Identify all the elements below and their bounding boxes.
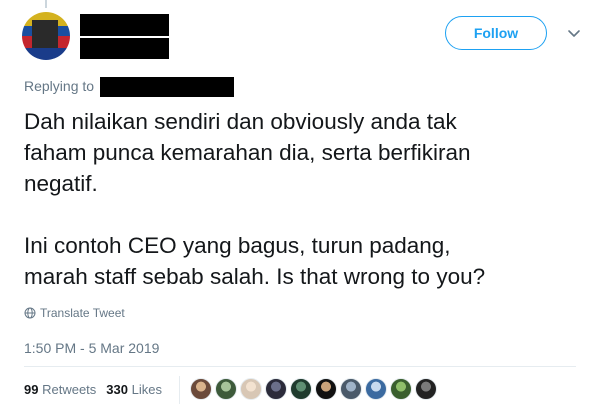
liker-avatar[interactable]	[390, 378, 412, 400]
replying-to-label: Replying to	[24, 78, 95, 94]
tweet-stats: 99 Retweets 330 Likes	[24, 382, 162, 397]
liker-avatar[interactable]	[315, 378, 337, 400]
avatar[interactable]	[22, 12, 70, 60]
liker-avatars	[190, 378, 437, 400]
liker-avatar[interactable]	[290, 378, 312, 400]
divider	[24, 366, 576, 367]
follow-button[interactable]: Follow	[445, 16, 547, 50]
liker-avatar[interactable]	[240, 378, 262, 400]
redacted-display-name	[80, 14, 169, 36]
globe-icon	[24, 307, 36, 319]
tweet-timestamp[interactable]: 1:50 PM - 5 Mar 2019	[24, 340, 159, 356]
retweets-label: Retweets	[42, 382, 97, 397]
likes-stat[interactable]: 330 Likes	[106, 382, 162, 397]
likes-label: Likes	[131, 382, 162, 397]
liker-avatar[interactable]	[365, 378, 387, 400]
stats-separator	[179, 376, 180, 404]
chevron-down-icon[interactable]	[566, 25, 582, 41]
liker-avatar[interactable]	[265, 378, 287, 400]
liker-avatar[interactable]	[340, 378, 362, 400]
retweets-stat[interactable]: 99 Retweets	[24, 382, 96, 397]
redacted-reply-handle[interactable]	[100, 77, 234, 97]
liker-avatar[interactable]	[415, 378, 437, 400]
redacted-username	[80, 38, 169, 59]
tweet-text: Dah nilaikan sendiri dan obviously anda …	[24, 109, 486, 289]
thread-connector-line	[45, 0, 47, 8]
likes-count: 330	[106, 382, 128, 397]
liker-avatar[interactable]	[190, 378, 212, 400]
liker-avatar[interactable]	[215, 378, 237, 400]
translate-tweet-link[interactable]: Translate Tweet	[24, 306, 125, 320]
retweets-count: 99	[24, 382, 39, 397]
translate-label: Translate Tweet	[40, 306, 125, 320]
